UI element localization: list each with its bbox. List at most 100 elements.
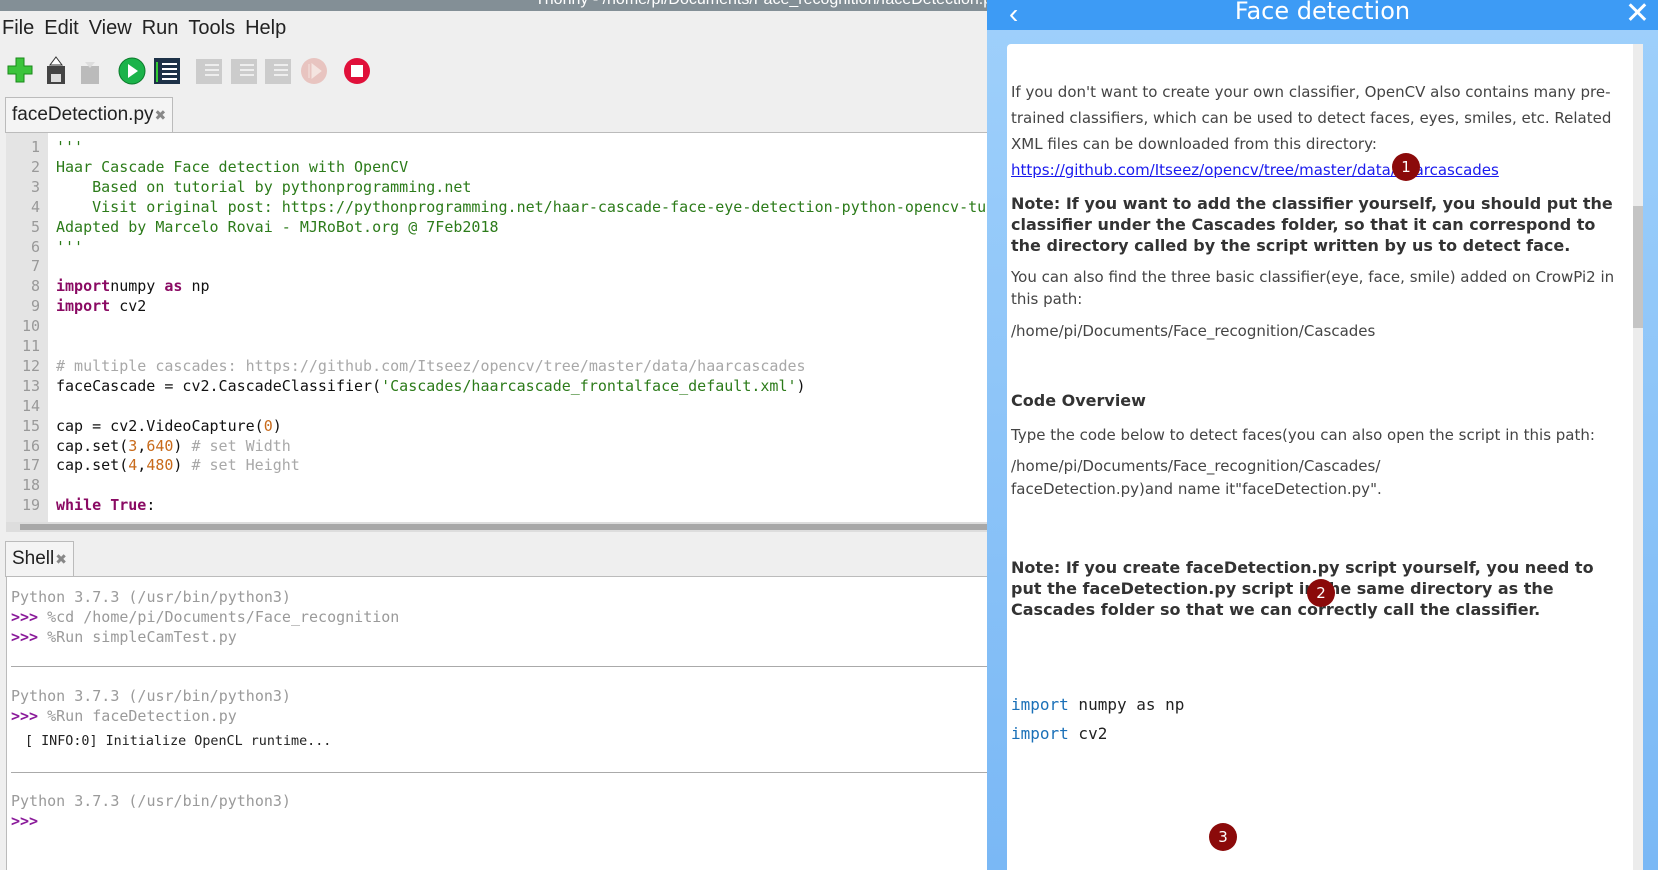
code-line: cap.set(4,480) # set Height <box>56 456 300 475</box>
step-badge-3: 3 <box>1209 823 1237 851</box>
stop-icon <box>344 58 370 84</box>
code-line: while True: <box>56 496 156 515</box>
line-number: 19 <box>21 496 40 515</box>
code-line: Haar Cascade Face detection with OpenCV <box>56 157 409 176</box>
menu-edit[interactable]: Edit <box>44 17 78 43</box>
line-number: 11 <box>21 337 40 355</box>
shell-output: [ INFO:0] Initialize OpenCL runtime... <box>25 734 332 749</box>
tab-faceDetection[interactable]: faceDetection.py✖ <box>5 97 174 133</box>
code-instructions: Type the code below to detect faces(you … <box>1011 426 1595 444</box>
line-number: 15 <box>21 416 40 435</box>
code-snippet: import numpy as np import cv2 <box>1011 690 1621 748</box>
save-icon <box>81 62 99 84</box>
code-line: faceCascade = cv2.CascadeClassifier('Cas… <box>56 376 806 395</box>
close-tab-icon[interactable]: ✖ <box>55 551 67 567</box>
panel-content: If you don't want to create your own cla… <box>1007 44 1643 870</box>
menu-tools[interactable]: Tools <box>188 17 235 43</box>
debug-button[interactable] <box>152 56 182 86</box>
menu-run[interactable]: Run <box>142 17 179 43</box>
shell-prompt: >>> <box>11 608 48 626</box>
debug-icon <box>154 58 180 84</box>
line-number: 18 <box>21 476 40 495</box>
new-file-button[interactable] <box>6 56 36 86</box>
script-path: /home/pi/Documents/Face_recognition/Casc… <box>1011 457 1382 498</box>
menu-bar: File Edit View Run Tools Help <box>2 17 286 43</box>
shell-line: >>> %cd /home/pi/Documents/Face_recognit… <box>11 608 400 626</box>
step-over-button <box>194 56 224 86</box>
step-into-icon <box>231 59 257 84</box>
shell-line: >>> %Run faceDetection.py <box>11 707 237 725</box>
run-icon <box>118 57 146 85</box>
tab-shell[interactable]: Shell✖ <box>5 541 74 577</box>
line-number: 3 <box>30 177 40 196</box>
line-number: 4 <box>30 197 40 216</box>
load-icon <box>47 56 65 84</box>
scrollbar-thumb[interactable] <box>1633 206 1643 328</box>
run-button[interactable] <box>117 56 147 86</box>
code-line: # multiple cascades: https://github.com/… <box>56 356 806 375</box>
line-number-gutter: 1 2 3 4 5 6 7 8 9 10 11 12 13 14 15 16 17 18 19 <box>6 133 48 522</box>
menu-view[interactable]: View <box>89 17 132 43</box>
shell-line: Python 3.7.3 (/usr/bin/python3) <box>11 687 291 705</box>
shell-line: >>> %Run simpleCamTest.py <box>11 628 237 646</box>
tab-label: Shell <box>12 548 55 569</box>
line-number: 5 <box>30 217 40 236</box>
code-line: Adapted by Marcelo Rovai - MJRoBot.org @… <box>56 217 499 236</box>
window-title: Thonny - /home/pi/Documents/Face_recogni… <box>535 0 990 9</box>
code-line: importnumpy as np <box>56 277 210 296</box>
intro-text: If you don't want to create your own cla… <box>1011 83 1612 153</box>
code-line: ''' <box>56 138 84 156</box>
basic-classifier-paragraph: You can also find the three basic classi… <box>1011 268 1615 308</box>
line-number: 7 <box>30 257 40 276</box>
code-line: ''' <box>56 237 84 256</box>
panel-header: ‹ Face detection ✕ <box>987 0 1658 30</box>
shell-prompt: >>> <box>11 812 48 830</box>
save-button <box>75 56 105 86</box>
close-icon[interactable]: ✕ <box>1625 0 1650 31</box>
keyword: import <box>1011 724 1069 743</box>
menu-help[interactable]: Help <box>245 17 286 43</box>
code-line: cap = cv2.VideoCapture(0) <box>56 416 282 435</box>
tab-label: faceDetection.py <box>12 104 154 125</box>
shell-prompt: >>> <box>11 707 48 725</box>
shell-line: Python 3.7.3 (/usr/bin/python3) <box>11 588 291 606</box>
line-number: 12 <box>21 356 40 375</box>
code-line: import cv2 <box>56 297 147 316</box>
shell-console[interactable]: Python 3.7.3 (/usr/bin/python3) >>> %cd /… <box>6 576 990 870</box>
line-number: 10 <box>21 317 40 336</box>
line-number: 16 <box>21 436 40 455</box>
note-classifier: Note: If you want to add the classifier … <box>1011 194 1613 255</box>
resume-button <box>299 56 329 86</box>
step-badge-1: 1 <box>1392 153 1420 181</box>
scrollbar-thumb[interactable] <box>20 524 990 530</box>
line-number: 6 <box>30 237 40 256</box>
haarcascades-link[interactable]: https://github.com/Itseez/opencv/tree/ma… <box>1011 161 1499 179</box>
load-button[interactable] <box>41 56 71 86</box>
horizontal-scrollbar[interactable] <box>6 522 990 532</box>
vertical-scrollbar[interactable] <box>1633 44 1643 870</box>
code-overview-heading: Code Overview <box>1011 391 1146 410</box>
keyword: import <box>1011 695 1069 714</box>
shell-prompt: >>> <box>11 628 48 646</box>
step-over-icon <box>196 59 222 84</box>
shell-line: >>> <box>11 811 47 831</box>
panel-title: Face detection <box>1234 0 1411 25</box>
line-number: 13 <box>21 376 40 395</box>
code-line: Based on tutorial by pythonprogramming.n… <box>56 177 472 196</box>
code-line: import numpy as np <box>1011 695 1185 714</box>
line-number: 8 <box>30 277 40 296</box>
session-divider <box>11 772 990 773</box>
code-line: cap.set(3,640) # set Width <box>56 436 291 455</box>
stop-button[interactable] <box>342 56 372 86</box>
toolbar <box>0 52 990 88</box>
cascades-path: /home/pi/Documents/Face_recognition/Casc… <box>1011 322 1376 340</box>
close-tab-icon[interactable]: ✖ <box>155 107 167 123</box>
new-file-icon <box>7 57 33 83</box>
menu-file[interactable]: File <box>2 17 34 43</box>
code-line: import cv2 <box>1011 724 1108 743</box>
step-out-button <box>263 56 293 86</box>
resume-icon <box>301 58 327 84</box>
code-line: Visit original post: https://pythonprogr… <box>56 197 990 216</box>
code-editor[interactable]: 1 2 3 4 5 6 7 8 9 10 11 12 13 14 15 16 17 18 19 ''' Haar Cas… <box>6 132 990 522</box>
step-into-button <box>229 56 259 86</box>
